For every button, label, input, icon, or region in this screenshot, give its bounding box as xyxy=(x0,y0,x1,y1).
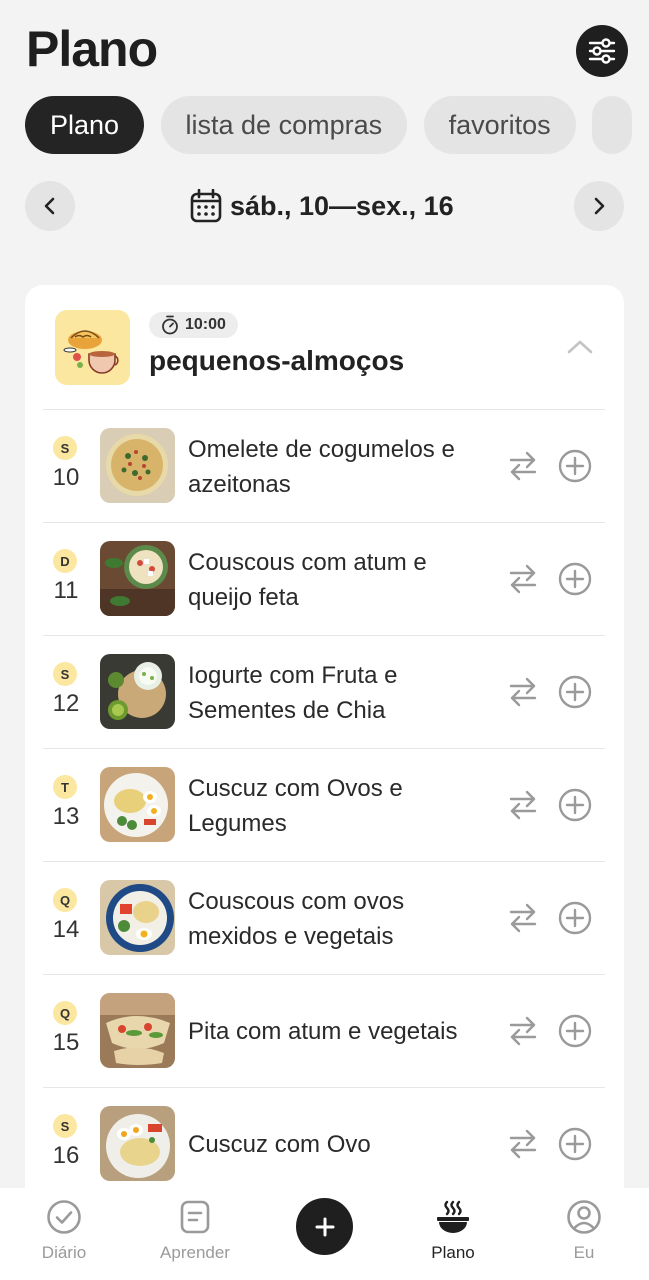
nav-diario[interactable]: Diário xyxy=(9,1188,119,1280)
day-number: 10 xyxy=(52,464,80,491)
day-number: 12 xyxy=(52,690,80,717)
sliders-icon xyxy=(588,38,616,64)
day-number: 15 xyxy=(52,1029,80,1056)
user-circle-icon xyxy=(567,1200,601,1234)
day-indicator: S 10 xyxy=(43,410,89,523)
meal-row[interactable]: Q 14 Couscous com ovos mexidos e vegetai… xyxy=(43,861,605,974)
swap-icon[interactable] xyxy=(508,1128,538,1160)
swap-icon[interactable] xyxy=(508,676,538,708)
day-number: 16 xyxy=(52,1142,80,1169)
recipe-thumbnail[interactable] xyxy=(100,541,175,616)
swap-icon[interactable] xyxy=(508,1015,538,1047)
chevron-up-icon[interactable] xyxy=(565,335,595,359)
page-title: Plano xyxy=(26,21,158,77)
day-indicator: T 13 xyxy=(43,749,89,862)
add-circle-icon[interactable] xyxy=(558,901,592,935)
week-navigator: sáb., 10—sex., 16 xyxy=(25,181,624,233)
check-circle-icon xyxy=(47,1200,81,1234)
add-circle-icon[interactable] xyxy=(558,1127,592,1161)
document-icon xyxy=(180,1200,210,1234)
day-indicator: D 11 xyxy=(43,523,89,636)
nav-label: Diário xyxy=(41,1243,87,1262)
recipe-name[interactable]: Iogurte com Fruta e Sementes de Chia xyxy=(188,636,488,749)
meal-header[interactable]: 10:00 pequenos-almoços xyxy=(25,285,624,409)
day-letter: S xyxy=(53,662,77,686)
meal-card: 10:00 pequenos-almoços S 10 Omelete de c… xyxy=(25,285,624,1205)
day-letter: Q xyxy=(53,1001,77,1025)
next-week-button[interactable] xyxy=(574,181,624,231)
day-number: 11 xyxy=(53,577,79,604)
recipe-name[interactable]: Cuscuz com Ovos e Legumes xyxy=(188,749,488,862)
nav-eu[interactable]: Eu xyxy=(529,1188,639,1280)
header: Plano xyxy=(0,0,649,90)
meal-row[interactable]: Q 15 Pita com atum e vegetais xyxy=(43,974,605,1087)
meal-name: pequenos-almoços xyxy=(149,345,405,376)
recipe-name[interactable]: Omelete de cogumelos e azeitonas xyxy=(188,410,488,523)
add-circle-icon[interactable] xyxy=(558,1014,592,1048)
day-indicator: Q 15 xyxy=(43,975,89,1088)
add-circle-icon[interactable] xyxy=(558,562,592,596)
recipe-name[interactable]: Pita com atum e vegetais xyxy=(188,975,488,1088)
stopwatch-icon xyxy=(162,315,178,335)
breakfast-icon xyxy=(55,310,130,385)
day-number: 14 xyxy=(52,916,80,943)
nav-label: Aprender xyxy=(160,1243,230,1262)
recipe-name[interactable]: Cuscuz com Ovo xyxy=(188,1088,488,1201)
meal-row[interactable]: S 10 Omelete de cogumelos e azeitonas xyxy=(43,409,605,522)
day-indicator: Q 14 xyxy=(43,862,89,975)
recipe-thumbnail[interactable] xyxy=(100,1106,175,1181)
tab-bar: Plano lista de compras favoritos xyxy=(25,96,649,154)
meal-row[interactable]: D 11 Couscous com atum e queijo feta xyxy=(43,522,605,635)
tab-partial[interactable] xyxy=(592,96,633,154)
tab-plano[interactable]: Plano xyxy=(25,96,145,154)
day-letter: S xyxy=(53,1114,77,1138)
day-number: 13 xyxy=(52,803,80,830)
meal-time-badge: 10:00 xyxy=(149,312,238,338)
meal-row[interactable]: S 12 Iogurte com Fruta e Sementes de Chi… xyxy=(43,635,605,748)
nav-plano[interactable]: Plano xyxy=(398,1188,508,1280)
add-button[interactable] xyxy=(296,1198,353,1255)
swap-icon[interactable] xyxy=(508,563,538,595)
meal-row[interactable]: S 16 Cuscuz com Ovo xyxy=(43,1087,605,1200)
bottom-navigation: Diário Aprender Plano Eu xyxy=(0,1188,649,1280)
chevron-left-icon xyxy=(44,197,55,215)
add-circle-icon[interactable] xyxy=(558,449,592,483)
swap-icon[interactable] xyxy=(508,902,538,934)
swap-icon[interactable] xyxy=(508,450,538,482)
week-range[interactable]: sáb., 10—sex., 16 xyxy=(190,189,454,223)
day-letter: T xyxy=(53,775,77,799)
bowl-icon xyxy=(437,1200,469,1233)
recipe-thumbnail[interactable] xyxy=(100,880,175,955)
day-letter: D xyxy=(53,549,77,573)
recipe-thumbnail[interactable] xyxy=(100,993,175,1068)
recipe-thumbnail[interactable] xyxy=(100,767,175,842)
previous-week-button[interactable] xyxy=(25,181,75,231)
recipe-thumbnail[interactable] xyxy=(100,654,175,729)
day-letter: S xyxy=(53,436,77,460)
add-circle-icon[interactable] xyxy=(558,788,592,822)
chevron-right-icon xyxy=(594,197,605,215)
nav-aprender[interactable]: Aprender xyxy=(140,1188,250,1280)
nav-label: Eu xyxy=(573,1243,595,1262)
filter-button[interactable] xyxy=(576,25,628,77)
nav-label: Plano xyxy=(431,1243,475,1262)
day-indicator: S 12 xyxy=(43,636,89,749)
swap-icon[interactable] xyxy=(508,789,538,821)
recipe-name[interactable]: Couscous com ovos mexidos e vegetais xyxy=(188,862,488,975)
meal-row[interactable]: T 13 Cuscuz com Ovos e Legumes xyxy=(43,748,605,861)
tab-favoritos[interactable]: favoritos xyxy=(423,96,576,154)
day-letter: Q xyxy=(53,888,77,912)
recipe-thumbnail[interactable] xyxy=(100,428,175,503)
tab-lista-de-compras[interactable]: lista de compras xyxy=(160,96,408,154)
calendar-icon xyxy=(190,189,222,223)
plus-icon xyxy=(315,1217,334,1236)
add-circle-icon[interactable] xyxy=(558,675,592,709)
day-indicator: S 16 xyxy=(43,1088,89,1201)
recipe-name[interactable]: Couscous com atum e queijo feta xyxy=(188,523,488,636)
week-range-label: sáb., 10—sex., 16 xyxy=(230,190,454,221)
meal-time: 10:00 xyxy=(185,316,226,333)
